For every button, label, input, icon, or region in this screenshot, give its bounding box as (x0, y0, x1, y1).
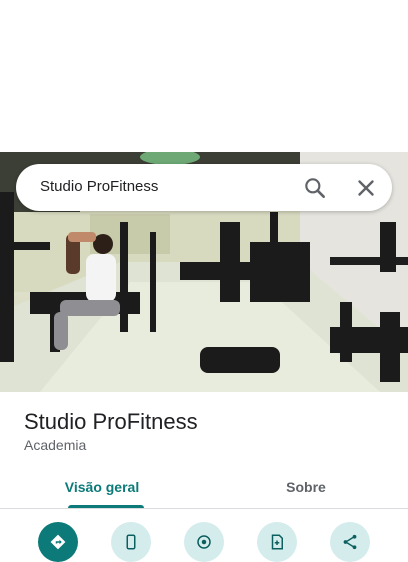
close-icon[interactable] (353, 175, 379, 201)
start-navigation-button[interactable] (184, 522, 224, 562)
place-category: Academia (24, 437, 87, 453)
action-buttons-row (0, 522, 408, 562)
active-tab-indicator (68, 505, 144, 508)
phone-icon (126, 534, 136, 550)
place-title: Studio ProFitness (24, 409, 198, 434)
directions-button[interactable] (38, 522, 78, 562)
tab-overview[interactable]: Visão geral (0, 466, 204, 508)
start-navigation-icon (197, 535, 211, 549)
save-button[interactable] (257, 522, 297, 562)
search-icon[interactable] (302, 175, 328, 201)
save-icon (271, 534, 283, 550)
tab-about[interactable]: Sobre (204, 466, 408, 508)
share-icon (343, 534, 357, 550)
search-bar[interactable]: Studio ProFitness (16, 164, 392, 211)
search-input[interactable]: Studio ProFitness (40, 178, 158, 195)
share-button[interactable] (330, 522, 370, 562)
tab-bar: Visão geral Sobre (0, 466, 408, 509)
directions-icon (50, 534, 66, 550)
call-button[interactable] (111, 522, 151, 562)
